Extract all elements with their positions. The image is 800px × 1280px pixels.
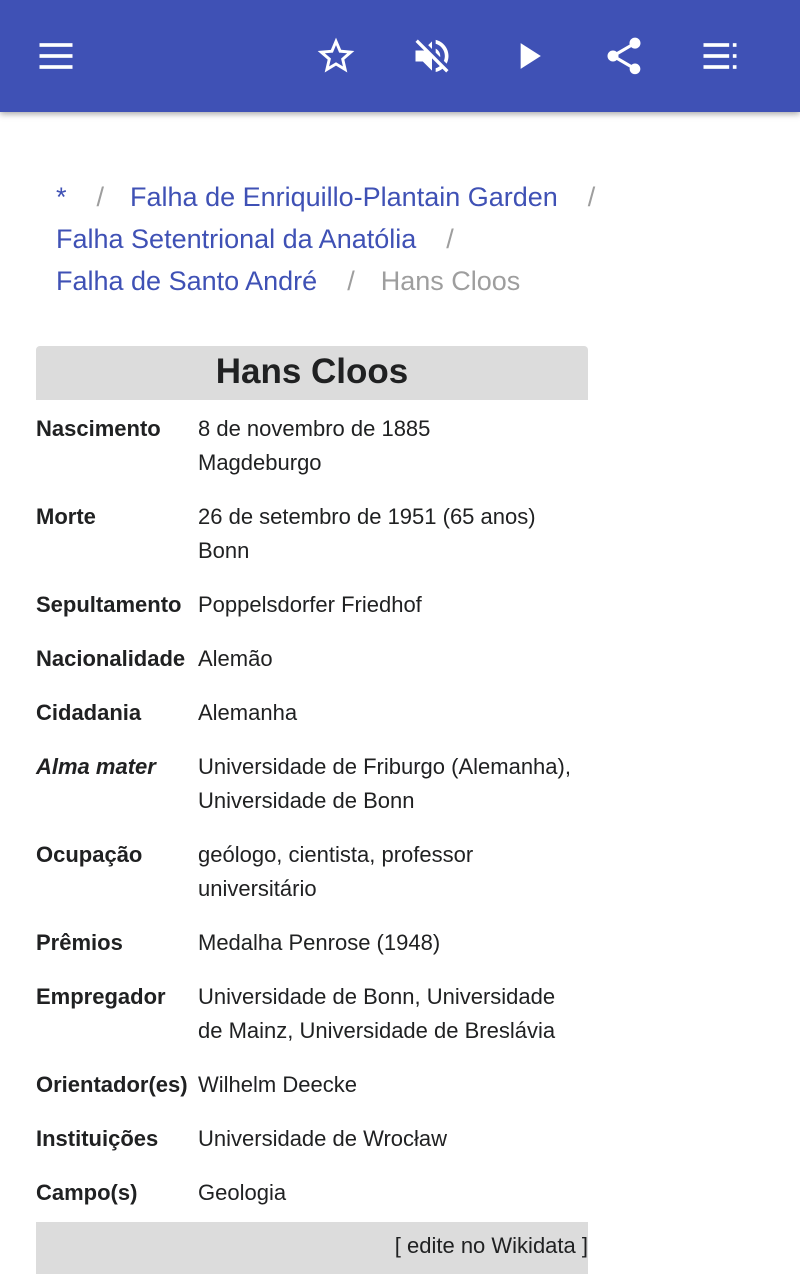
value-line: Bonn — [198, 538, 250, 563]
infobox: Hans Cloos Nascimento 8 de novembro de 1… — [36, 346, 588, 1274]
infobox-row-citizenship: Cidadania Alemanha — [36, 684, 588, 738]
infobox-value: Universidade de Wrocław — [198, 1122, 588, 1156]
infobox-value: 26 de setembro de 1951 (65 anos) Bonn — [198, 500, 588, 568]
infobox-row-advisor: Orientador(es) Wilhelm Deecke — [36, 1056, 588, 1110]
article-content: * / Falha de Enriquillo-Plantain Garden / F… — [0, 112, 800, 1280]
infobox-value: Geologia — [198, 1176, 588, 1210]
infobox-label: Orientador(es) — [36, 1072, 188, 1097]
value-line: Medalha Penrose (1948) — [198, 930, 441, 955]
infobox-row-nationality: Nacionalidade Alemão — [36, 630, 588, 684]
breadcrumb-separator: / — [446, 224, 454, 254]
infobox-value: geólogo, cientista, professor universitá… — [198, 838, 588, 906]
breadcrumb-current: Hans Cloos — [380, 266, 521, 296]
value-line: Universidade de Wrocław — [198, 1126, 448, 1151]
infobox-label: Alma mater — [36, 754, 156, 779]
breadcrumb-item-enriquillo[interactable]: Falha de Enriquillo-Plantain Garden — [130, 182, 558, 212]
value-line: de Mainz, Universidade de Breslávia — [198, 1018, 556, 1043]
infobox-label: Cidadania — [36, 700, 142, 725]
play-button[interactable] — [496, 24, 560, 88]
infobox-row-awards: Prêmios Medalha Penrose (1948) — [36, 914, 588, 968]
share-icon — [607, 37, 641, 75]
infobox-label: Nacionalidade — [36, 646, 186, 671]
breadcrumb-separator: / — [96, 182, 105, 212]
infobox-label: Empregador — [36, 984, 166, 1009]
breadcrumb-item-santo-andre[interactable]: Falha de Santo André — [56, 266, 317, 296]
value-line: geólogo, cientista, professor — [198, 842, 474, 867]
value-line: Magdeburgo — [198, 450, 322, 475]
menu-button[interactable] — [24, 24, 88, 88]
infobox-label: Campo(s) — [36, 1180, 138, 1205]
list-view-icon — [703, 43, 737, 69]
infobox-row-alma-mater: Alma mater Universidade de Friburgo (Ale… — [36, 738, 588, 826]
infobox-row-occupation: Ocupação geólogo, cientista, professor u… — [36, 826, 588, 914]
value-line: Alemão — [198, 646, 273, 671]
contents-button[interactable] — [688, 24, 752, 88]
star-outline-icon — [317, 37, 355, 73]
value-line: Universidade de Friburgo (Alemanha), — [198, 754, 571, 779]
breadcrumb-separator: / — [587, 182, 596, 212]
app-toolbar — [0, 0, 800, 112]
infobox-row-employer: Empregador Universidade de Bonn, Univers… — [36, 968, 588, 1056]
bookmark-button[interactable] — [304, 24, 368, 88]
infobox-value: 8 de novembro de 1885 Magdeburgo — [198, 412, 588, 480]
infobox-label: Instituições — [36, 1126, 159, 1151]
infobox-value: Wilhelm Deecke — [198, 1068, 588, 1102]
infobox-label: Ocupação — [36, 842, 143, 867]
value-line: Alemanha — [198, 700, 298, 725]
value-line: Geologia — [198, 1180, 287, 1205]
edit-wikidata-link[interactable]: [ edite no Wikidata ] — [36, 1222, 588, 1274]
value-line: Universidade de Bonn — [198, 788, 415, 813]
breadcrumb-item-anatolia[interactable]: Falha Setentrional da Anatólia — [56, 224, 416, 254]
play-icon — [520, 43, 541, 69]
value-line: 8 de novembro de 1885 — [198, 416, 431, 441]
breadcrumb-separator: / — [347, 266, 355, 296]
infobox-label: Morte — [36, 504, 96, 529]
infobox-label: Sepultamento — [36, 592, 182, 617]
share-button[interactable] — [592, 24, 656, 88]
infobox-row-birth: Nascimento 8 de novembro de 1885 Magdebu… — [36, 400, 588, 488]
infobox-row-burial: Sepultamento Poppelsdorfer Friedhof — [36, 576, 588, 630]
infobox-value: Poppelsdorfer Friedhof — [198, 588, 588, 622]
hamburger-menu-icon — [39, 43, 73, 69]
value-line: universitário — [198, 876, 317, 901]
value-line: Wilhelm Deecke — [198, 1072, 357, 1097]
infobox-row-institutions: Instituições Universidade de Wrocław — [36, 1110, 588, 1164]
infobox-value: Universidade de Friburgo (Alemanha), Uni… — [198, 750, 588, 818]
breadcrumb: * / Falha de Enriquillo-Plantain Garden / F… — [56, 176, 756, 302]
infobox-title: Hans Cloos — [36, 346, 588, 400]
infobox-value: Medalha Penrose (1948) — [198, 926, 588, 960]
infobox-row-death: Morte 26 de setembro de 1951 (65 anos) B… — [36, 488, 588, 576]
value-line: Poppelsdorfer Friedhof — [198, 592, 422, 617]
value-line: Universidade de Bonn, Universidade — [198, 984, 556, 1009]
infobox-label: Prêmios — [36, 930, 123, 955]
breadcrumb-item-root[interactable]: * — [56, 182, 67, 212]
mute-button[interactable] — [400, 24, 464, 88]
infobox-value: Alemanha — [198, 696, 588, 730]
infobox-value: Universidade de Bonn, Universidade de Ma… — [198, 980, 588, 1048]
value-line: 26 de setembro de 1951 (65 anos) — [198, 504, 536, 529]
infobox-row-field: Campo(s) Geologia — [36, 1164, 588, 1218]
volume-off-icon — [415, 39, 449, 73]
infobox-label: Nascimento — [36, 416, 161, 441]
infobox-value: Alemão — [198, 642, 588, 676]
